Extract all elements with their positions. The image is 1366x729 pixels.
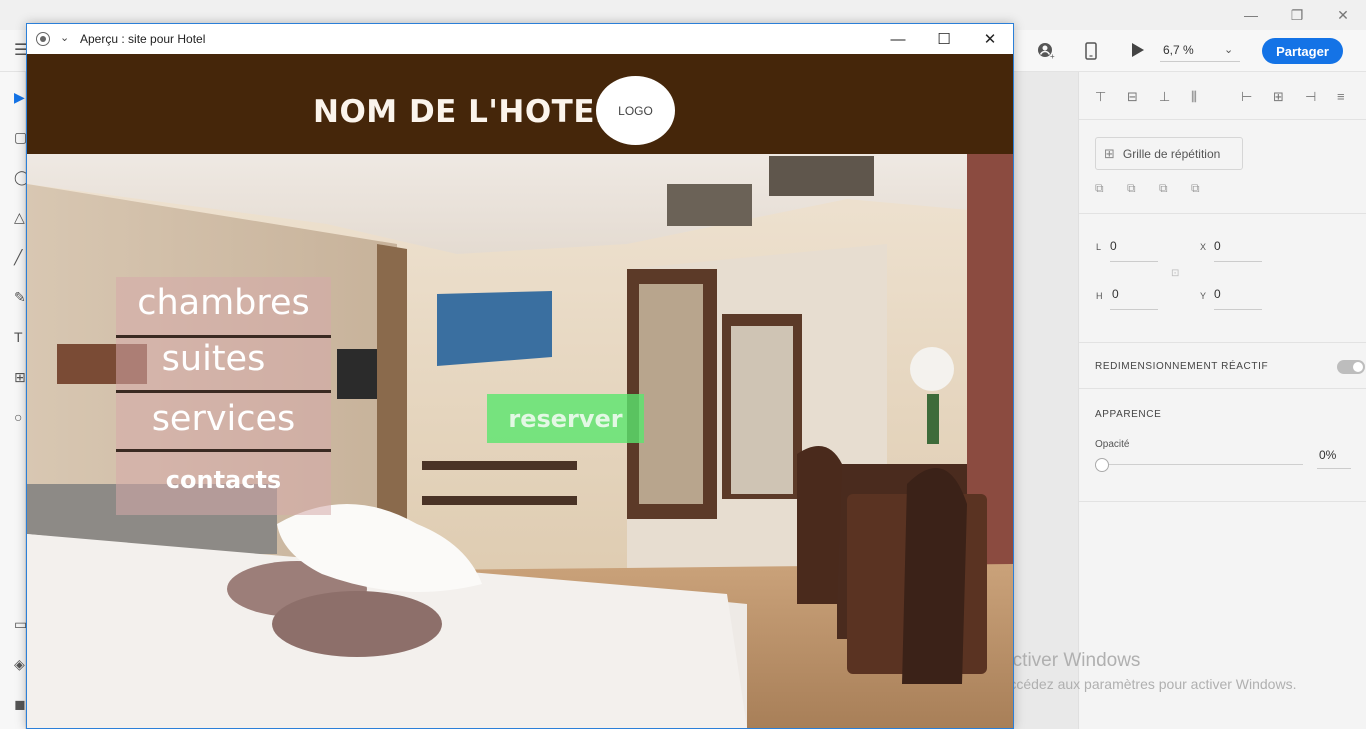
nav-item-contacts[interactable]: contacts <box>116 466 331 494</box>
y-label: Y <box>1200 291 1207 301</box>
appearance-label: APPARENCE <box>1095 409 1162 420</box>
site-header: NOM DE L'HOTEL LOGO <box>27 54 1013 154</box>
device-preview-icon[interactable] <box>1085 42 1097 65</box>
opacity-value[interactable]: 0% <box>1319 448 1336 462</box>
record-icon[interactable] <box>36 32 50 46</box>
share-button[interactable]: Partager <box>1262 38 1343 64</box>
field-underline <box>1110 309 1158 310</box>
close-icon[interactable]: ✕ <box>1320 4 1366 26</box>
repeat-grid-label: Grille de répétition <box>1122 146 1221 161</box>
align-center-icon[interactable]: ⊞ <box>1273 89 1284 105</box>
tools-sidebar: ▶ ▢ ◯ △ ╱ ✎ T ⊞ ○ ▭ ◈ ◼ <box>0 72 30 729</box>
repeat-grid-button[interactable]: ⊞ Grille de répétition <box>1095 137 1243 170</box>
align-top-icon[interactable]: ⊤ <box>1095 89 1106 105</box>
minimize-icon[interactable]: — <box>1228 4 1274 26</box>
chevron-down-icon[interactable]: ⌄ <box>60 31 69 44</box>
nav-divider <box>116 449 331 452</box>
property-inspector: ⊤ ⊟ ⊥ ⫼ ⊢ ⊞ ⊣ ≡ ⊞ Grille de répétition ⧉… <box>1078 72 1366 729</box>
zoom-underline <box>1160 61 1240 62</box>
align-right-icon[interactable]: ⊣ <box>1305 89 1316 105</box>
opacity-label: Opacité <box>1095 439 1130 450</box>
coediting-user-icon[interactable]: + <box>1037 42 1055 65</box>
height-label: H <box>1096 291 1103 301</box>
align-left-icon[interactable]: ⊢ <box>1241 89 1252 105</box>
field-underline <box>1214 309 1262 310</box>
hotel-name: NOM DE L'HOTEL <box>313 94 616 130</box>
divider <box>1079 501 1366 502</box>
responsive-resize-label: REDIMENSIONNEMENT RÉACTIF <box>1095 361 1269 372</box>
divider <box>1079 388 1366 389</box>
room-photo: chambres suites services contacts reserv… <box>27 154 1013 728</box>
align-bottom-icon[interactable]: ⊥ <box>1159 89 1170 105</box>
nav-item-suites[interactable]: suites <box>106 339 321 379</box>
nav-menu: chambres suites services contacts <box>116 277 331 515</box>
logo-text: LOGO <box>618 103 653 118</box>
close-icon[interactable]: ✕ <box>970 28 1010 50</box>
restore-icon[interactable]: ❐ <box>1274 4 1320 26</box>
field-underline <box>1214 261 1262 262</box>
lock-proportions-icon[interactable]: ⊡ <box>1171 268 1179 279</box>
opacity-slider-track[interactable] <box>1103 464 1303 465</box>
boolean-add-icon[interactable]: ⧉ <box>1095 181 1110 196</box>
preview-titlebar: ⌄ Aperçu : site pour Hotel — ☐ ✕ <box>27 24 1013 54</box>
divider <box>1079 342 1366 343</box>
zoom-level[interactable]: 6,7 % <box>1163 43 1194 57</box>
nav-divider <box>116 390 331 393</box>
nav-divider <box>116 335 331 338</box>
boolean-exclude-icon[interactable]: ⧉ <box>1191 181 1206 196</box>
nav-item-chambres[interactable]: chambres <box>116 283 331 323</box>
grid-icon: ⊞ <box>1104 145 1115 161</box>
distribute-vertical-icon[interactable]: ⫼ <box>1191 89 1197 105</box>
field-underline <box>1110 261 1158 262</box>
x-field[interactable]: 0 <box>1214 239 1221 253</box>
height-field[interactable]: 0 <box>1112 287 1119 301</box>
maximize-icon[interactable]: ☐ <box>924 28 964 50</box>
svg-text:+: + <box>1050 52 1055 60</box>
play-icon[interactable] <box>1131 42 1145 63</box>
logo[interactable]: LOGO <box>596 76 675 145</box>
width-field[interactable]: 0 <box>1110 239 1117 253</box>
hotel-site: NOM DE L'HOTEL LOGO chambres suites serv… <box>27 54 1013 728</box>
minimize-icon[interactable]: — <box>878 28 918 50</box>
preview-title: Aperçu : site pour Hotel <box>80 32 206 46</box>
distribute-horizontal-icon[interactable]: ≡ <box>1337 89 1345 104</box>
reserve-button[interactable]: reserver <box>487 394 644 443</box>
preview-window: ⌄ Aperçu : site pour Hotel — ☐ ✕ NOM DE … <box>26 23 1014 729</box>
boolean-intersect-icon[interactable]: ⧉ <box>1159 181 1174 196</box>
responsive-resize-toggle[interactable] <box>1337 360 1365 374</box>
width-label: L <box>1096 242 1102 252</box>
divider <box>1079 213 1366 214</box>
opacity-slider-thumb[interactable] <box>1095 458 1109 472</box>
chevron-down-icon[interactable]: ⌄ <box>1224 43 1233 56</box>
y-field[interactable]: 0 <box>1214 287 1221 301</box>
field-underline <box>1317 468 1351 469</box>
x-label: X <box>1200 242 1207 252</box>
windows-activation-text: Accédez aux paramètres pour activer Wind… <box>1000 676 1297 692</box>
boolean-subtract-icon[interactable]: ⧉ <box>1127 181 1142 196</box>
nav-item-services[interactable]: services <box>116 399 331 439</box>
align-middle-icon[interactable]: ⊟ <box>1127 89 1138 105</box>
windows-activation-title: Activer Windows <box>1000 650 1141 671</box>
divider <box>1079 119 1366 120</box>
